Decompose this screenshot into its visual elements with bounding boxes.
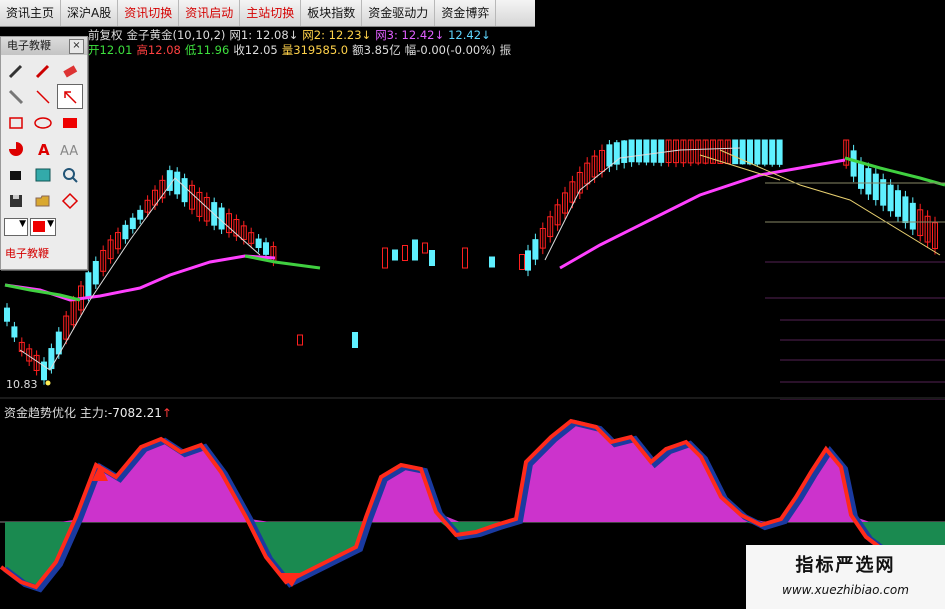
candle-body <box>895 190 901 217</box>
pencil-icon[interactable] <box>3 58 29 83</box>
candle-body <box>263 242 269 255</box>
subchart-header: 资金趋势优化 主力:-7082.21↑ <box>4 404 172 421</box>
candle-body <box>429 250 435 266</box>
subchart-title: 资金趋势优化 <box>4 406 77 420</box>
candle-body <box>909 202 916 230</box>
candle-body <box>732 139 739 165</box>
low-marker <box>45 380 51 386</box>
ma-mid-line-left <box>4 283 81 302</box>
image-icon[interactable] <box>30 162 56 187</box>
candle-body <box>392 249 398 261</box>
palette-footer-label: 电子教鞭 <box>5 247 49 260</box>
candle-body <box>872 173 879 201</box>
candle-body <box>255 238 262 249</box>
candle-body <box>462 247 468 269</box>
candle-body <box>352 332 358 348</box>
chart-top-mask <box>535 0 945 138</box>
pen-icon[interactable] <box>30 58 56 83</box>
electronic-pointer-palette[interactable]: 电子教鞭 × A AA ▼ ▼ 电子教鞭 <box>0 36 88 270</box>
candle-body <box>776 139 783 165</box>
line-width-select[interactable]: ▼ <box>3 214 29 239</box>
site-watermark: 指标严选网 www.xuezhibiao.com <box>746 545 945 609</box>
watermark-url: www.xuezhibiao.com <box>782 583 909 597</box>
up-arrow-icon: ↑ <box>161 406 172 420</box>
candle-body <box>747 139 753 165</box>
candle-body <box>174 171 181 195</box>
candle-body <box>865 168 872 195</box>
pie-icon[interactable] <box>3 136 29 161</box>
candle-body <box>297 334 303 346</box>
candle-body <box>887 184 894 212</box>
color-select[interactable]: ▼ <box>30 214 56 239</box>
line-icon[interactable] <box>30 84 56 109</box>
candle-body <box>628 139 635 163</box>
candle-body <box>761 139 768 165</box>
svg-text:A: A <box>38 141 50 158</box>
candle-body <box>382 247 388 269</box>
ellipse-icon[interactable] <box>30 110 56 135</box>
candle-body <box>606 144 613 167</box>
folder-icon[interactable] <box>30 188 56 213</box>
main-force-value: -7082.21 <box>107 406 162 420</box>
tool-grid: A AA ▼ ▼ <box>1 55 87 242</box>
candle-body <box>532 239 539 260</box>
magnifier-icon[interactable] <box>57 162 83 187</box>
low-price-annotation: 10.83 <box>6 378 38 391</box>
save-icon[interactable] <box>3 188 29 213</box>
ma-long-line-right <box>559 158 846 270</box>
candle-body <box>650 139 657 163</box>
candle-body <box>218 207 225 230</box>
candle-body <box>902 196 909 224</box>
candle-body <box>636 139 642 163</box>
candle-body <box>858 162 864 189</box>
arrow-icon[interactable] <box>57 84 83 109</box>
candle-body <box>412 239 418 261</box>
eraser-icon[interactable] <box>57 58 83 83</box>
candle-body <box>11 326 18 338</box>
palette-title: 电子教鞭 <box>7 39 51 52</box>
candle-body <box>85 272 92 297</box>
candle-body <box>525 250 531 271</box>
filled-rect-icon[interactable] <box>57 110 83 135</box>
candlestick-chart[interactable] <box>0 0 945 400</box>
candle-body <box>4 307 10 322</box>
letter-a-icon[interactable]: A <box>30 136 56 161</box>
watermark-title: 指标严选网 <box>795 555 896 576</box>
candle-body <box>519 254 525 270</box>
letter-aa-icon[interactable]: AA <box>57 136 83 161</box>
diamond-icon[interactable] <box>57 188 83 213</box>
candle-body <box>92 261 99 285</box>
candle-body <box>122 224 129 240</box>
candle-body <box>754 139 761 165</box>
candle-body <box>850 150 857 177</box>
candle-body <box>181 178 188 203</box>
close-icon[interactable]: × <box>69 39 84 54</box>
candle-body <box>402 245 408 261</box>
candle-body <box>658 139 665 163</box>
rectangle-icon[interactable] <box>3 110 29 135</box>
candle-body <box>489 256 495 268</box>
candle-body <box>643 139 650 163</box>
ruler-icon[interactable] <box>3 84 29 109</box>
svg-text:AA: AA <box>60 144 78 158</box>
candle-body <box>621 140 628 163</box>
palette-titlebar[interactable]: 电子教鞭 × <box>1 37 87 55</box>
positive-area <box>5 423 945 522</box>
main-force-label: 主力: <box>79 406 108 420</box>
candle-body <box>422 242 428 254</box>
fill-icon[interactable] <box>3 162 29 187</box>
ma-mid-line-2 <box>244 254 321 270</box>
blank <box>57 214 83 239</box>
candle-body <box>769 139 776 165</box>
candle-body <box>129 217 136 230</box>
candle-body <box>48 348 55 370</box>
ma-short-line-right <box>544 147 741 261</box>
candle-body <box>137 209 144 220</box>
